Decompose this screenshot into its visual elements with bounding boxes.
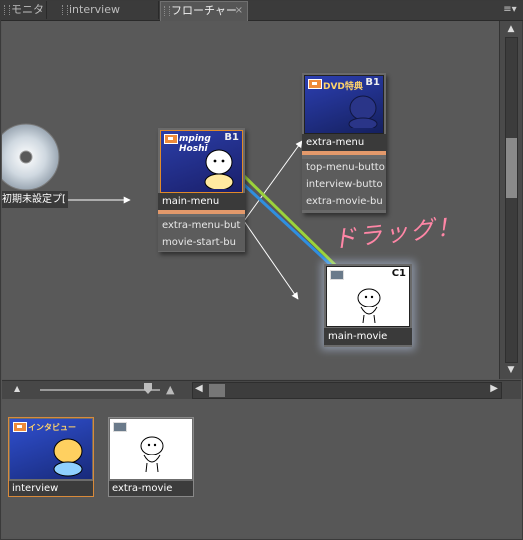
character-icon bbox=[357, 288, 381, 324]
node-title: main-movie bbox=[324, 328, 412, 345]
link-line bbox=[243, 140, 303, 222]
button-list: top-menu-butto interview-butto extra-mov… bbox=[302, 159, 386, 210]
scroll-down-icon[interactable]: ▼ bbox=[503, 365, 519, 375]
close-icon[interactable]: × bbox=[235, 2, 243, 20]
disc-icon bbox=[2, 123, 60, 191]
zoom-slider[interactable] bbox=[40, 389, 160, 391]
badge: C1 bbox=[391, 268, 406, 279]
canvas-toolbar: ▲ ▲ ◀ ▶ bbox=[2, 380, 521, 400]
flowchart-panel: モニタ interview フローチャート × ≡▾ bbox=[0, 0, 523, 540]
scroll-right-icon[interactable]: ▶ bbox=[490, 383, 498, 394]
flowchart-canvas[interactable]: 初期未設定プ[ B1 mping Hoshi main-menu extra-m… bbox=[2, 21, 499, 379]
movie-thumbnail: C1 bbox=[326, 266, 410, 327]
movie-icon bbox=[330, 270, 344, 280]
disc-node[interactable]: 初期未設定プ[ bbox=[2, 121, 68, 211]
badge: B1 bbox=[365, 77, 380, 88]
zoom-slider-thumb[interactable] bbox=[144, 383, 152, 394]
button-item[interactable]: extra-menu-but bbox=[158, 217, 245, 234]
connection-lines bbox=[62, 140, 413, 341]
tab-grip-icon bbox=[164, 6, 170, 16]
movie-icon bbox=[113, 422, 127, 432]
button-item[interactable]: movie-start-bu bbox=[158, 234, 245, 251]
character-icon bbox=[140, 436, 164, 473]
menu-thumbnail: インタビュー bbox=[10, 419, 92, 479]
menu-icon bbox=[13, 422, 27, 432]
zoom-in-icon[interactable]: ▲ bbox=[166, 383, 174, 396]
library-item-extra-movie[interactable]: extra-movie bbox=[108, 417, 194, 497]
vertical-scrollbar[interactable]: ▲ ▼ bbox=[499, 21, 522, 379]
panel-menu-icon[interactable]: ≡▾ bbox=[502, 3, 518, 17]
library-item-title: interview bbox=[9, 481, 93, 496]
tab-grip-icon bbox=[4, 5, 10, 15]
tab-grip-icon bbox=[62, 5, 68, 15]
scroll-track[interactable] bbox=[505, 37, 518, 363]
tab-flowchart[interactable]: フローチャート × bbox=[160, 1, 248, 35]
movie-thumbnail bbox=[110, 419, 192, 479]
scroll-thumb[interactable] bbox=[209, 384, 225, 397]
tab-interview[interactable]: interview bbox=[59, 1, 159, 19]
tab-bar: モニタ interview フローチャート × ≡▾ bbox=[1, 1, 523, 35]
asset-library: インタビュー interview extra-movie bbox=[2, 399, 521, 537]
scroll-thumb[interactable] bbox=[506, 138, 517, 198]
menu-icon bbox=[164, 134, 178, 144]
node-title: main-menu bbox=[158, 193, 245, 210]
scroll-up-icon[interactable]: ▲ bbox=[503, 24, 519, 34]
menu-thumbnail: B1 DVD特典 bbox=[304, 75, 384, 134]
horizontal-scrollbar[interactable]: ◀ ▶ bbox=[192, 382, 502, 399]
character-icon bbox=[348, 95, 378, 128]
character-icon bbox=[204, 149, 234, 189]
menu-node-main-menu[interactable]: B1 mping Hoshi main-menu extra-menu-but … bbox=[158, 128, 245, 252]
menu-accent-bar bbox=[158, 210, 245, 214]
thumb-title: DVD特典 bbox=[323, 82, 363, 92]
tab-label: モニタ bbox=[11, 3, 44, 16]
tab-label: interview bbox=[69, 3, 120, 16]
zoom-out-icon[interactable]: ▲ bbox=[14, 384, 20, 393]
tab-monitor[interactable]: モニタ bbox=[1, 1, 47, 19]
button-list: extra-menu-but movie-start-bu bbox=[158, 217, 245, 251]
disc-node-label: 初期未設定プ[ bbox=[2, 191, 68, 208]
button-item[interactable]: extra-movie-bu bbox=[302, 193, 386, 210]
menu-accent-bar bbox=[302, 151, 386, 155]
thumb-title: インタビュー bbox=[28, 423, 76, 432]
library-item-title: extra-movie bbox=[109, 481, 193, 496]
menu-thumbnail: B1 mping Hoshi bbox=[160, 130, 243, 193]
movie-node-main-movie[interactable]: C1 main-movie bbox=[324, 264, 412, 347]
node-title: extra-menu bbox=[302, 134, 386, 151]
menu-node-extra-menu[interactable]: B1 DVD特典 extra-menu top-menu-butto inter… bbox=[302, 73, 386, 213]
character-icon bbox=[53, 438, 83, 477]
link-line bbox=[243, 220, 299, 300]
button-item[interactable]: interview-butto bbox=[302, 176, 386, 193]
button-item[interactable]: top-menu-butto bbox=[302, 159, 386, 176]
scroll-left-icon[interactable]: ◀ bbox=[195, 383, 203, 394]
library-item-interview[interactable]: インタビュー interview bbox=[8, 417, 94, 497]
menu-icon bbox=[308, 79, 322, 89]
